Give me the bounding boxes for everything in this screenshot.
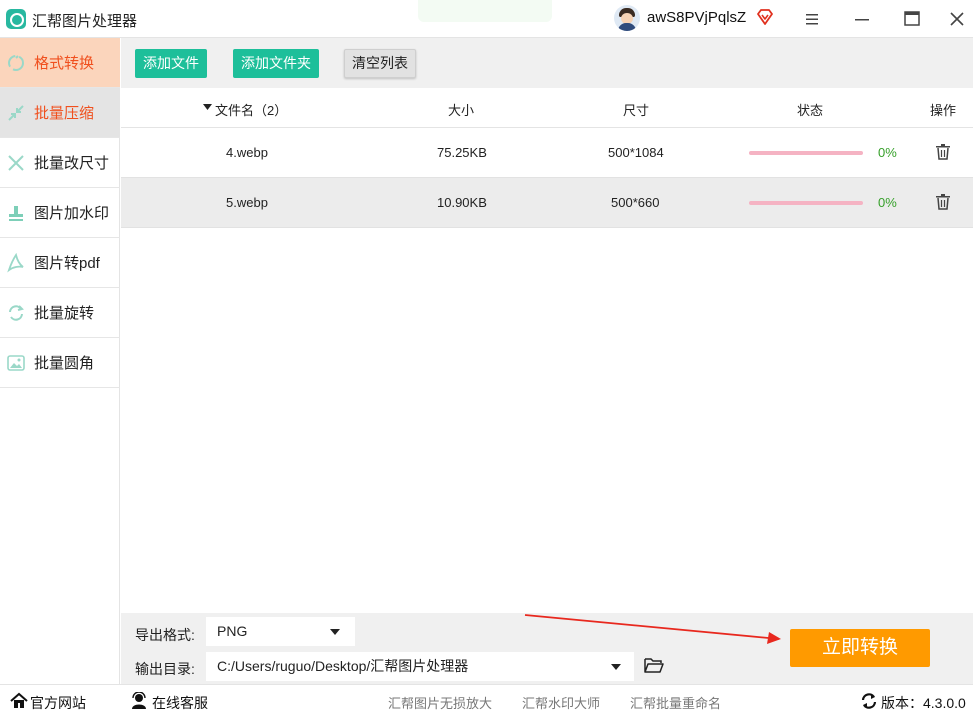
official-site-link[interactable]: 官方网站 [30, 693, 86, 713]
compress-icon [8, 104, 24, 121]
main-panel: 添加文件 添加文件夹 清空列表 文件名（2） 大小 尺寸 状态 操作 4.web… [121, 38, 973, 613]
sidebar: 格式转换 批量压缩 批量改尺寸 图片加水印 图片转pdf 批量旋转 批量圆角 [0, 38, 120, 684]
minimize-icon[interactable] [851, 8, 873, 30]
file-dimensions: 500*1084 [608, 145, 664, 160]
column-header-name[interactable]: 文件名（2） [215, 100, 287, 119]
pdf-icon [7, 252, 24, 272]
format-select[interactable]: PNG [206, 617, 355, 646]
file-size: 10.90KB [437, 195, 487, 210]
column-header-dimensions: 尺寸 [623, 103, 650, 118]
resize-icon [8, 154, 24, 171]
close-icon[interactable] [946, 8, 968, 30]
file-name: 5.webp [226, 195, 268, 210]
sidebar-item-label: 批量改尺寸 [34, 155, 110, 172]
rotate-icon [9, 304, 24, 321]
progress-percent: 0% [878, 195, 897, 210]
sidebar-item-label: 批量旋转 [34, 305, 95, 322]
app-logo-icon [6, 9, 26, 29]
product-link-upscale[interactable]: 汇帮图片无损放大 [388, 693, 492, 712]
output-settings: 导出格式: PNG 输出目录: C:/Users/ruguo/Desktop/汇… [121, 613, 973, 684]
file-name: 4.webp [226, 145, 268, 160]
menu-icon[interactable] [801, 8, 823, 30]
table-row[interactable]: 5.webp 10.90KB 500*660 0% [121, 178, 973, 228]
trash-icon[interactable] [936, 194, 950, 210]
trash-icon[interactable] [936, 144, 950, 160]
table-row[interactable]: 4.webp 75.25KB 500*1084 0% [121, 128, 973, 178]
convert-icon [8, 54, 24, 71]
home-icon[interactable] [10, 692, 28, 710]
product-link-rename[interactable]: 汇帮批量重命名 [630, 693, 721, 712]
product-link-watermark[interactable]: 汇帮水印大师 [522, 693, 600, 712]
sidebar-item-label: 批量圆角 [34, 355, 95, 372]
sort-down-icon[interactable] [203, 104, 212, 111]
refresh-icon[interactable] [860, 692, 878, 710]
app-title: 汇帮图片处理器 [32, 13, 138, 30]
sidebar-item-label: 图片加水印 [34, 205, 110, 222]
sidebar-item-resize[interactable]: 批量改尺寸 [0, 138, 120, 188]
file-size: 75.25KB [437, 145, 487, 160]
folder-open-icon[interactable] [644, 657, 664, 673]
progress-percent: 0% [878, 145, 897, 160]
top-banner [418, 0, 552, 22]
sidebar-item-to-pdf[interactable]: 图片转pdf [0, 238, 120, 288]
customer-service-icon[interactable] [130, 692, 148, 710]
app-window: 汇帮图片处理器 awS8PVjPqlsZ 格式转换 批量压缩 批量改尺寸 图片加… [0, 0, 973, 716]
output-dir-label: 输出目录: [135, 661, 195, 677]
sidebar-item-format-convert[interactable]: 格式转换 [0, 38, 120, 88]
convert-now-button[interactable]: 立即转换 [790, 629, 930, 667]
sidebar-item-round-corner[interactable]: 批量圆角 [0, 338, 120, 388]
column-header-status: 状态 [797, 103, 824, 118]
sidebar-item-label: 图片转pdf [34, 255, 100, 272]
title-bar: 汇帮图片处理器 awS8PVjPqlsZ [0, 0, 973, 38]
add-folder-button[interactable]: 添加文件夹 [233, 49, 319, 78]
status-bar: 官方网站 在线客服 汇帮图片无损放大 汇帮水印大师 汇帮批量重命名 版本：4.3… [0, 684, 973, 716]
vip-diamond-icon[interactable] [756, 8, 774, 26]
progress-bar [749, 201, 863, 205]
clear-list-button[interactable]: 清空列表 [344, 49, 416, 78]
maximize-icon[interactable] [901, 8, 923, 30]
add-file-button[interactable]: 添加文件 [135, 49, 207, 78]
chevron-down-icon [330, 629, 340, 635]
sidebar-item-watermark[interactable]: 图片加水印 [0, 188, 120, 238]
sidebar-item-batch-compress[interactable]: 批量压缩 [0, 88, 120, 138]
sidebar-item-label: 批量压缩 [34, 105, 95, 122]
online-support-link[interactable]: 在线客服 [152, 693, 208, 713]
column-header-size: 大小 [448, 103, 475, 118]
format-value: PNG [217, 623, 248, 639]
stamp-icon [9, 205, 23, 221]
image-icon [7, 354, 25, 371]
table-header: 文件名（2） 大小 尺寸 状态 操作 [121, 88, 973, 128]
chevron-down-icon [611, 664, 621, 670]
file-dimensions: 500*660 [611, 195, 660, 210]
sidebar-item-rotate[interactable]: 批量旋转 [0, 288, 120, 338]
username[interactable]: awS8PVjPqlsZ [647, 9, 746, 26]
output-dir-select[interactable]: C:/Users/ruguo/Desktop/汇帮图片处理器 [206, 652, 634, 681]
output-dir-value: C:/Users/ruguo/Desktop/汇帮图片处理器 [217, 658, 469, 674]
format-label: 导出格式: [135, 627, 195, 643]
red-arrow-annotation [524, 614, 781, 644]
version-label: 版本：4.3.0.0 [881, 695, 966, 711]
column-header-action: 操作 [930, 103, 957, 118]
progress-bar [749, 151, 863, 155]
sidebar-item-label: 格式转换 [34, 55, 95, 72]
toolbar: 添加文件 添加文件夹 清空列表 [121, 38, 973, 88]
user-avatar[interactable] [614, 5, 640, 31]
